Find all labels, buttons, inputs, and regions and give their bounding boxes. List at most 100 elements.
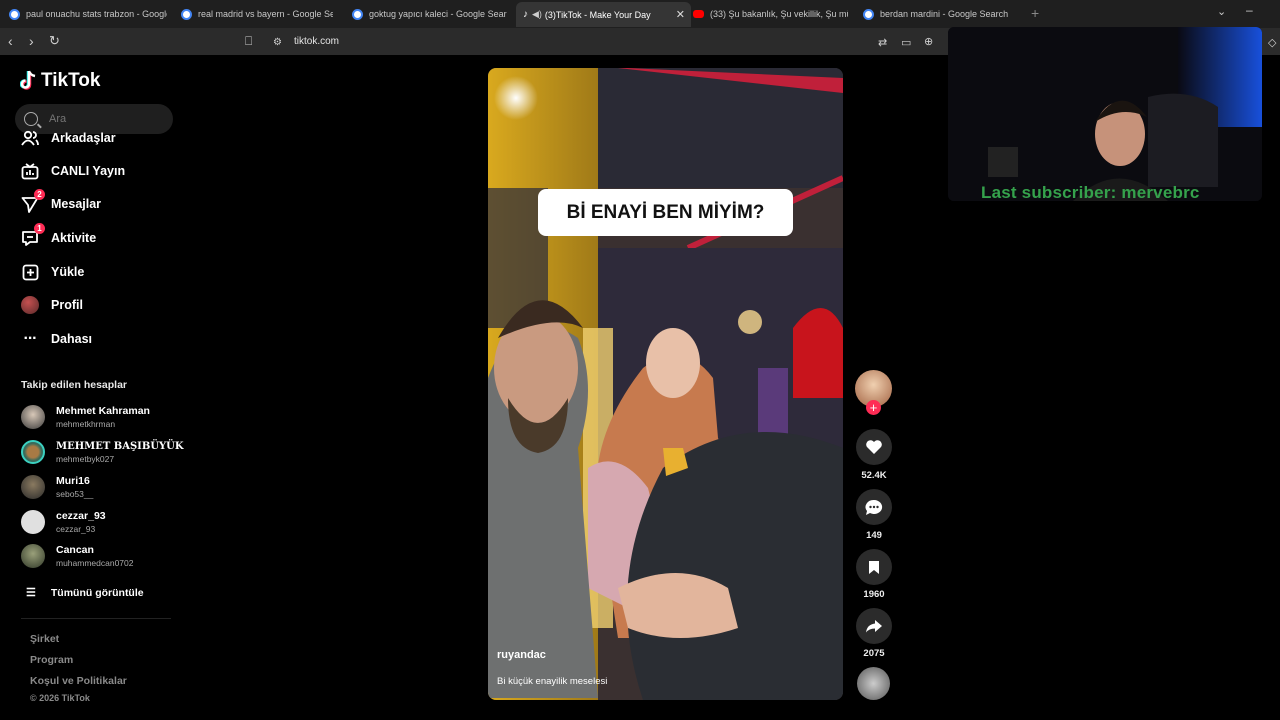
- nav-item-profile[interactable]: Profil: [21, 296, 83, 314]
- account-name: cezzar_93: [56, 510, 106, 522]
- followed-account[interactable]: Mehmet Kahraman mehmetkhrman: [21, 405, 150, 429]
- friends-icon: [21, 129, 39, 147]
- translate-icon[interactable]: ⇄: [878, 35, 887, 51]
- video-caption-overlay: Bİ ENAYİ BEN MİYİM?: [538, 189, 793, 236]
- profile-avatar: [21, 296, 39, 314]
- copyright: © 2026 TikTok: [30, 693, 90, 703]
- tiktok-logo-icon: [20, 70, 36, 90]
- browser-tab[interactable]: goktug yapıcı kaleci - Google Search: [352, 3, 507, 25]
- nav-label: Dahası: [51, 332, 92, 346]
- webcam-feed: [948, 27, 1262, 201]
- browser-tab-strip: paul onuachu stats trabzon - Google real…: [0, 0, 1280, 28]
- avatar: [21, 510, 45, 534]
- google-icon: [863, 8, 874, 20]
- search-input[interactable]: [47, 112, 161, 126]
- youtube-icon: [693, 10, 704, 18]
- nav-item-friends[interactable]: Arkadaşlar: [21, 129, 116, 147]
- footer-link-program[interactable]: Program: [30, 654, 73, 666]
- avatar: [21, 475, 45, 499]
- nav-item-live[interactable]: CANLI Yayın: [21, 162, 125, 180]
- following-title: Takip edilen hesaplar: [21, 379, 128, 391]
- account-handle: mehmetbyk027: [56, 453, 115, 464]
- browser-tab[interactable]: paul onuachu stats trabzon - Google: [9, 3, 167, 25]
- extension-icon[interactable]: ◇: [1268, 35, 1276, 51]
- video-description: Bi küçük enayilik meselesi: [497, 676, 608, 687]
- logo-text: TikTok: [41, 70, 101, 91]
- search-icon: [24, 112, 38, 126]
- nav-item-more[interactable]: ··· Dahası: [21, 330, 93, 348]
- tab-label: goktug yapıcı kaleci - Google Search: [369, 9, 507, 19]
- save-count: 1960: [863, 589, 885, 600]
- tab-label: berdan mardini - Google Search: [880, 9, 1009, 19]
- google-icon: [181, 8, 192, 20]
- browser-tab-active[interactable]: ♪ ◀) (3)TikTok - Make Your Day ✕: [516, 2, 691, 27]
- minimize-icon[interactable]: –: [1246, 3, 1253, 17]
- footer-link-terms[interactable]: Koşul ve Politikalar: [30, 675, 127, 687]
- browser-tab[interactable]: (33) Şu bakanlık, Şu vekillik, Şu müdü: [693, 3, 848, 25]
- last-subscriber-text: Last subscriber: mervebrc: [981, 183, 1200, 202]
- nav-item-activity[interactable]: 1 Aktivite: [21, 223, 96, 247]
- account-name: Mehmet Kahraman: [56, 405, 150, 417]
- bookmark-icon[interactable]: ⎕: [245, 33, 252, 49]
- google-icon: [9, 8, 20, 20]
- new-tab-icon[interactable]: +: [1031, 5, 1039, 21]
- bookmark-icon: [869, 560, 879, 574]
- nav-label: Yükle: [51, 265, 85, 279]
- zoom-icon[interactable]: ⊕: [924, 34, 933, 50]
- browser-tab[interactable]: berdan mardini - Google Search: [863, 3, 1013, 25]
- nav-item-upload[interactable]: Yükle: [21, 263, 84, 281]
- nav-item-messages[interactable]: 2 Mesajlar: [21, 189, 102, 213]
- site-info-icon[interactable]: ⚙: [273, 35, 282, 51]
- avatar: [21, 405, 45, 429]
- followed-account[interactable]: Cancan muhammedcan0702: [21, 544, 134, 568]
- see-all-label: Tümünü görüntüle: [50, 586, 144, 599]
- nav-label: CANLI Yayın: [51, 164, 126, 178]
- upload-icon: [21, 263, 39, 281]
- save-button[interactable]: [856, 549, 892, 585]
- tiktok-icon: ♪: [523, 9, 528, 20]
- comment-count: 149: [866, 530, 882, 541]
- tab-label: paul onuachu stats trabzon - Google: [26, 9, 167, 19]
- account-handle: sebo53__: [56, 489, 94, 499]
- messages-badge: 2: [34, 189, 45, 200]
- avatar: [21, 544, 45, 568]
- tab-label: (3)TikTok - Make Your Day: [544, 9, 651, 20]
- follow-plus-icon[interactable]: +: [866, 400, 881, 415]
- nav-label: Arkadaşlar: [51, 131, 116, 145]
- speaker-icon: ◀): [532, 9, 542, 19]
- nav-label: Profil: [51, 298, 83, 312]
- url-field[interactable]: tiktok.com: [294, 36, 339, 47]
- tiktok-logo[interactable]: TikTok: [20, 70, 100, 92]
- followed-account[interactable]: cezzar_93 cezzar_93: [21, 510, 106, 534]
- followed-account[interactable]: Muri16 sebo53__: [21, 475, 93, 499]
- followed-account[interactable]: 𝐌𝐄𝐇𝐌𝐄𝐓 𝐁𝐀Ş𝐈𝐁Ü𝐘Ü𝐊 mehmetbyk027: [21, 440, 184, 464]
- reload-icon[interactable]: ↻: [49, 33, 60, 49]
- tab-label: (33) Şu bakanlık, Şu vekillik, Şu müdü: [710, 9, 848, 19]
- forward-icon[interactable]: ›: [29, 33, 34, 49]
- account-name: 𝐌𝐄𝐇𝐌𝐄𝐓 𝐁𝐀Ş𝐈𝐁Ü𝐘Ü𝐊: [56, 440, 184, 452]
- cast-icon[interactable]: ▭: [901, 35, 911, 51]
- nav-label: Mesajlar: [51, 197, 102, 211]
- sidebar-divider: [21, 618, 171, 619]
- see-all-button[interactable]: ☰ Tümünü görüntüle: [26, 586, 144, 600]
- account-name: Muri16: [56, 475, 90, 487]
- messages-icon: 2: [21, 189, 45, 213]
- footer-link-company[interactable]: Şirket: [30, 633, 59, 645]
- tab-search-icon[interactable]: ⌄: [1217, 5, 1226, 18]
- back-icon[interactable]: ‹: [8, 33, 13, 49]
- browser-tab[interactable]: real madrid vs bayern - Google Sear: [181, 3, 333, 25]
- list-icon: ☰: [26, 587, 36, 599]
- share-count: 2075: [863, 648, 885, 659]
- close-tab-icon[interactable]: ✕: [676, 8, 685, 21]
- like-button[interactable]: [856, 429, 892, 465]
- google-icon: [352, 8, 363, 20]
- comment-button[interactable]: [856, 489, 892, 525]
- share-icon: [866, 619, 882, 632]
- music-disc-icon[interactable]: [857, 667, 890, 700]
- account-name: Cancan: [56, 544, 94, 556]
- video-player[interactable]: Bİ ENAYİ BEN MİYİM? ruyandac Bi küçük en…: [488, 68, 843, 700]
- comment-icon: [865, 499, 883, 515]
- account-handle: cezzar_93: [56, 524, 96, 534]
- video-username[interactable]: ruyandac: [497, 649, 546, 661]
- share-button[interactable]: [856, 608, 892, 644]
